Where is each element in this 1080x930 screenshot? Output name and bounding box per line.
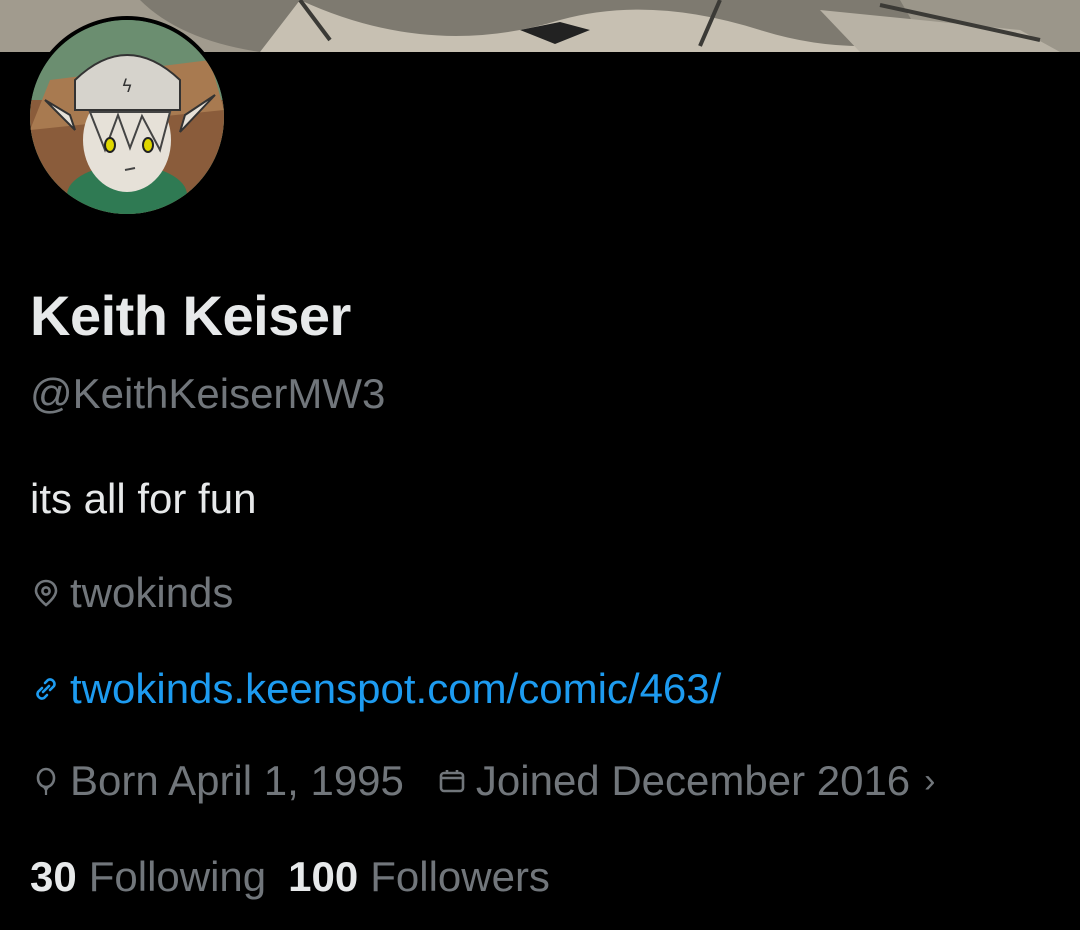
followers-label: Followers [370,853,550,900]
following-count: 30 [30,853,77,900]
profile-handle: @KeithKeiserMW3 [30,370,386,417]
website-link[interactable]: twokinds.keenspot.com/comic/463/ [70,668,721,710]
followers-link[interactable]: 100 Followers [288,856,550,898]
followers-count: 100 [288,853,359,900]
profile-bio: its all for fun [30,475,257,522]
joined-date[interactable]: Joined December 2016 [476,760,910,802]
following-label: Following [88,853,267,900]
link-icon [30,673,62,705]
svg-text:ϟ: ϟ [121,76,133,97]
birth-date: Born April 1, 1995 [70,757,404,804]
profile-name: Keith Keiser [30,284,351,347]
profile-location: twokinds [30,572,233,614]
calendar-icon [436,765,468,797]
following-link[interactable]: 30 Following [30,856,266,898]
profile-dates: Born April 1, 1995 Joined December 2016 … [30,760,936,802]
balloon-icon [30,765,62,797]
location-text: twokinds [70,569,234,616]
profile-stats: 30 Following 100 Followers [30,856,550,898]
chevron-right-icon[interactable]: › [924,764,935,798]
location-pin-icon [30,577,62,609]
profile-avatar[interactable]: ϟ [26,16,228,218]
profile-website[interactable]: twokinds.keenspot.com/comic/463/ [30,668,721,710]
